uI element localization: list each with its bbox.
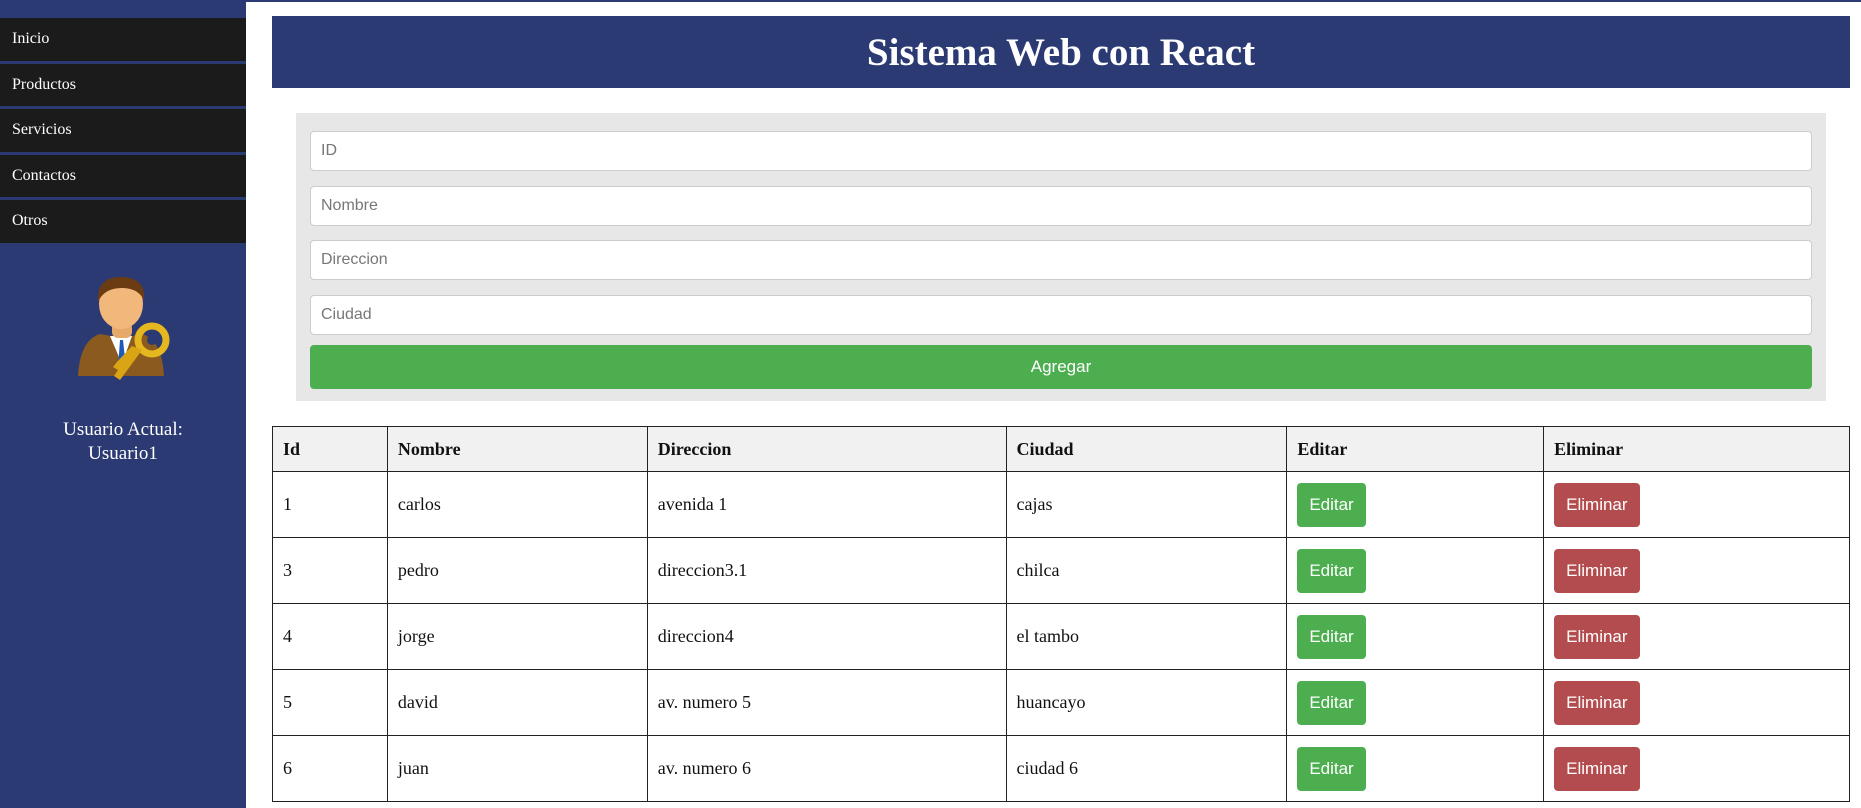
cell-ciudad: el tambo (1005, 603, 1288, 670)
column-header-id: Id (272, 426, 388, 472)
delete-button[interactable]: Eliminar (1554, 680, 1640, 725)
sidebar-item-otros[interactable]: Otros (0, 200, 246, 246)
sidebar-item-contactos[interactable]: Contactos (0, 154, 246, 200)
current-user: Usuario Actual: Usuario1 (0, 418, 246, 466)
table-row: 5 david av. numero 5 huancayo Editar Eli… (272, 669, 1850, 736)
table-row: 1 carlos avenida 1 cajas Editar Eliminar (272, 471, 1850, 538)
cell-direccion: av. numero 6 (646, 735, 1007, 802)
cell-eliminar: Eliminar (1543, 735, 1850, 802)
cell-id: 4 (272, 603, 388, 670)
edit-button[interactable]: Editar (1297, 614, 1366, 659)
edit-button[interactable]: Editar (1297, 482, 1366, 527)
user-key-icon (78, 277, 170, 380)
column-header-direccion: Direccion (646, 426, 1007, 472)
edit-button[interactable]: Editar (1297, 680, 1366, 725)
direccion-field[interactable] (310, 240, 1812, 280)
cell-ciudad: cajas (1005, 471, 1288, 538)
cell-id: 3 (272, 537, 388, 604)
table-row: 3 pedro direccion3.1 chilca Editar Elimi… (272, 537, 1850, 604)
cell-editar: Editar (1286, 735, 1545, 802)
nombre-field[interactable] (310, 186, 1812, 226)
cell-editar: Editar (1286, 603, 1545, 670)
cell-direccion: direccion4 (646, 603, 1007, 670)
delete-button[interactable]: Eliminar (1554, 482, 1640, 527)
column-header-eliminar: Eliminar (1543, 426, 1850, 472)
sidebar-item-inicio[interactable]: Inicio (0, 18, 246, 64)
record-form: Agregar (296, 113, 1826, 401)
cell-ciudad: chilca (1005, 537, 1288, 604)
cell-direccion: avenida 1 (646, 471, 1007, 538)
add-button[interactable]: Agregar (310, 345, 1812, 389)
cell-eliminar: Eliminar (1543, 669, 1850, 736)
cell-nombre: juan (386, 735, 648, 802)
cell-editar: Editar (1286, 669, 1545, 736)
sidebar-item-productos[interactable]: Productos (0, 63, 246, 109)
cell-eliminar: Eliminar (1543, 537, 1850, 604)
table-row: 4 jorge direccion4 el tambo Editar Elimi… (272, 603, 1850, 670)
sidebar: Inicio Productos Servicios Contactos Otr… (0, 0, 246, 808)
cell-id: 6 (272, 735, 388, 802)
edit-button[interactable]: Editar (1297, 746, 1366, 791)
column-header-ciudad: Ciudad (1005, 426, 1288, 472)
cell-eliminar: Eliminar (1543, 603, 1850, 670)
delete-button[interactable]: Eliminar (1554, 548, 1640, 593)
edit-button[interactable]: Editar (1297, 548, 1366, 593)
table-header-row: Id Nombre Direccion Ciudad Editar Elimin… (272, 426, 1850, 472)
cell-nombre: pedro (386, 537, 648, 604)
cell-direccion: direccion3.1 (646, 537, 1007, 604)
cell-editar: Editar (1286, 537, 1545, 604)
column-header-nombre: Nombre (386, 426, 648, 472)
current-user-name: Usuario1 (88, 443, 158, 464)
delete-button[interactable]: Eliminar (1554, 746, 1640, 791)
cell-editar: Editar (1286, 471, 1545, 538)
sidebar-item-servicios[interactable]: Servicios (0, 109, 246, 155)
page-title: Sistema Web con React (272, 16, 1850, 88)
cell-eliminar: Eliminar (1543, 471, 1850, 538)
current-user-label: Usuario Actual: (63, 419, 183, 440)
table-row: 6 juan av. numero 6 ciudad 6 Editar Elim… (272, 735, 1850, 802)
cell-ciudad: huancayo (1005, 669, 1288, 736)
cell-id: 1 (272, 471, 388, 538)
delete-button[interactable]: Eliminar (1554, 614, 1640, 659)
cell-nombre: jorge (386, 603, 648, 670)
sidebar-nav: Inicio Productos Servicios Contactos Otr… (0, 18, 246, 246)
cell-id: 5 (272, 669, 388, 736)
id-field[interactable] (310, 131, 1812, 171)
records-table: Id Nombre Direccion Ciudad Editar Elimin… (272, 426, 1850, 802)
cell-nombre: david (386, 669, 648, 736)
ciudad-field[interactable] (310, 295, 1812, 335)
column-header-editar: Editar (1286, 426, 1545, 472)
cell-direccion: av. numero 5 (646, 669, 1007, 736)
cell-ciudad: ciudad 6 (1005, 735, 1288, 802)
cell-nombre: carlos (386, 471, 648, 538)
top-border (246, 0, 1861, 2)
